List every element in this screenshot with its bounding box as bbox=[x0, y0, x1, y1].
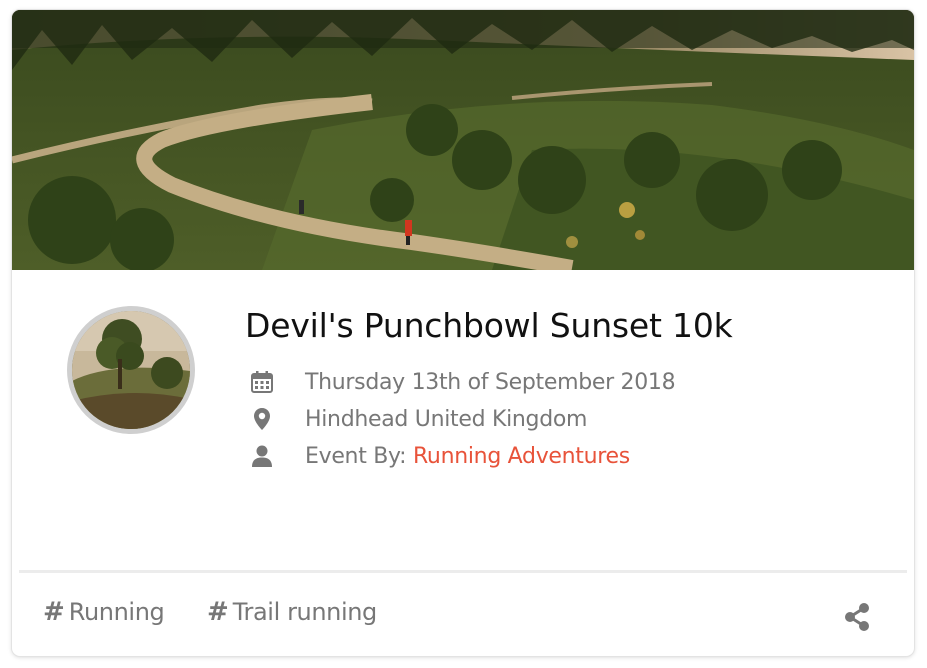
event-card: Devil's Punchbowl Sunset 10k Thursday 13… bbox=[12, 10, 914, 656]
tag-label: Running bbox=[68, 598, 165, 626]
share-button[interactable] bbox=[842, 602, 872, 632]
tag-running[interactable]: # Running bbox=[43, 595, 165, 629]
hashtag-icon: # bbox=[207, 597, 229, 627]
organizer-link[interactable]: Running Adventures bbox=[413, 444, 630, 469]
tag-label: Trail running bbox=[232, 598, 377, 626]
event-organizer: Event By: Running Adventures bbox=[305, 444, 630, 469]
event-title[interactable]: Devil's Punchbowl Sunset 10k bbox=[245, 306, 733, 345]
user-icon bbox=[248, 442, 276, 470]
event-date: Thursday 13th of September 2018 bbox=[305, 369, 676, 395]
event-location: Hindhead United Kingdom bbox=[305, 406, 588, 432]
organizer-prefix: Event By: bbox=[305, 443, 413, 469]
share-icon bbox=[842, 603, 872, 636]
tag-trail-running[interactable]: # Trail running bbox=[207, 595, 377, 629]
event-location-row: Hindhead United Kingdom bbox=[248, 403, 587, 435]
event-date-row: Thursday 13th of September 2018 bbox=[248, 366, 676, 398]
event-organizer-row: Event By: Running Adventures bbox=[248, 440, 630, 472]
card-divider bbox=[19, 570, 907, 573]
calendar-icon bbox=[248, 368, 276, 396]
map-marker-icon bbox=[248, 405, 276, 433]
event-avatar-image bbox=[67, 306, 195, 434]
event-banner-image[interactable] bbox=[12, 10, 914, 270]
hashtag-icon: # bbox=[43, 597, 65, 627]
